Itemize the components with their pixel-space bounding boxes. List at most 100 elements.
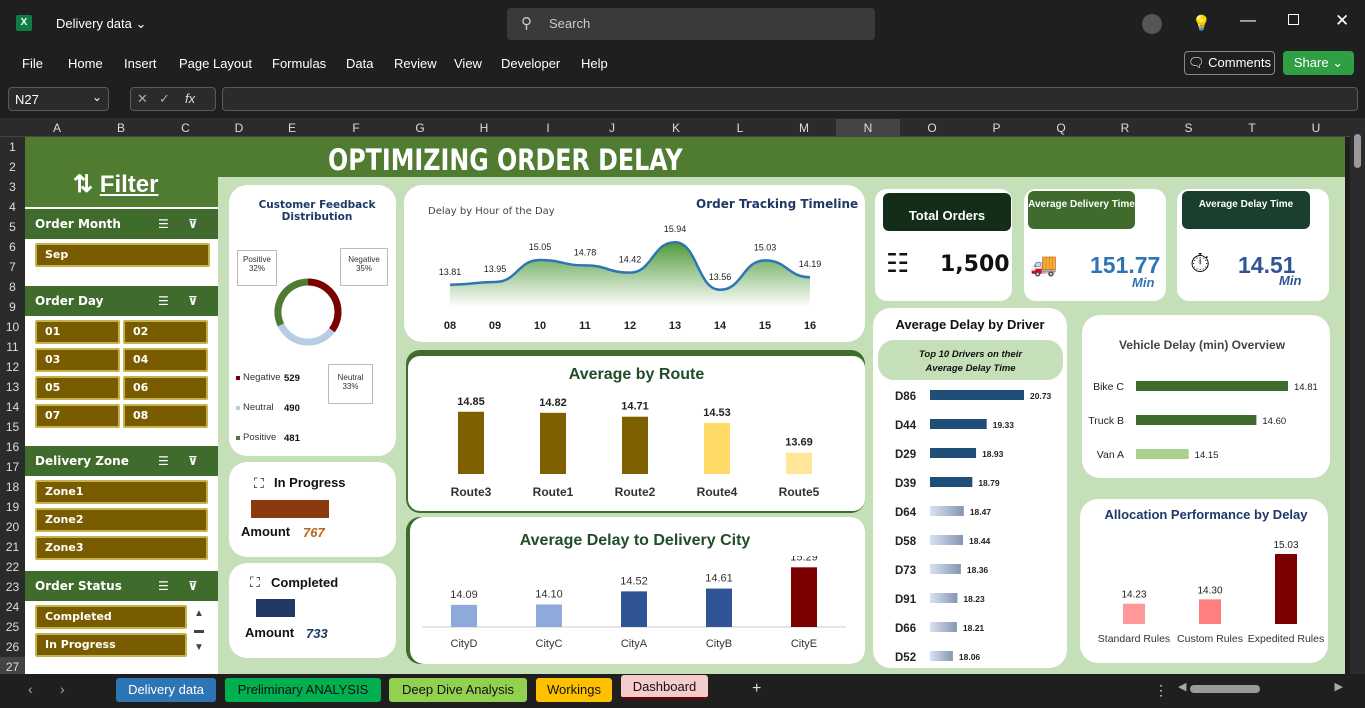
slicer-item-status[interactable]: Completed [35, 605, 187, 629]
tab-dashboard[interactable]: Dashboard [621, 675, 708, 699]
column-header[interactable]: I [516, 119, 580, 137]
slicer-item-zone[interactable]: Zone3 [35, 536, 208, 560]
menu-data[interactable]: Data [346, 56, 373, 71]
column-header[interactable]: Q [1029, 119, 1093, 137]
slicer-item-day[interactable]: 08 [123, 404, 208, 428]
row-header[interactable]: 24 [0, 597, 25, 617]
row-header[interactable]: 2 [0, 157, 25, 177]
slicer-item-zone[interactable]: Zone1 [35, 480, 208, 504]
comments-button[interactable]: 🗨 Comments [1184, 51, 1275, 75]
row-header[interactable]: 3 [0, 177, 25, 197]
row-header[interactable]: 19 [0, 497, 25, 517]
column-header[interactable]: S [1157, 119, 1220, 137]
more-options-icon[interactable]: ⋮ [1154, 682, 1168, 699]
row-header[interactable]: 7 [0, 257, 25, 277]
row-header[interactable]: 14 [0, 397, 25, 417]
column-header[interactable]: L [708, 119, 772, 137]
column-header[interactable]: B [89, 119, 153, 137]
slicer-item-sep[interactable]: Sep [35, 243, 210, 267]
menu-help[interactable]: Help [581, 56, 608, 71]
slicer-scrollbar[interactable]: ▲ ▬ ▼ [190, 605, 208, 657]
minimize-icon[interactable]: — [1240, 12, 1256, 30]
column-header[interactable]: N [836, 119, 900, 137]
row-header[interactable]: 12 [0, 357, 25, 377]
close-icon[interactable]: ✕ [1335, 11, 1349, 31]
tab-preliminary-analysis[interactable]: Preliminary ANALYSIS [225, 678, 381, 702]
tab-deep-dive-analysis[interactable]: Deep Dive Analysis [389, 678, 527, 702]
search-box[interactable]: ⚲ Search [507, 8, 875, 40]
clear-filter-icon[interactable]: ⊽ [188, 446, 198, 476]
row-header[interactable]: 10 [0, 317, 25, 337]
row-header[interactable]: 22 [0, 557, 25, 577]
row-header[interactable]: 5 [0, 217, 25, 237]
slicer-item-day[interactable]: 07 [35, 404, 120, 428]
menu-formulas[interactable]: Formulas [272, 56, 326, 71]
row-header[interactable]: 4 [0, 197, 25, 217]
tab-workings[interactable]: Workings [536, 678, 612, 702]
row-header[interactable]: 23 [0, 577, 25, 597]
column-header[interactable]: A [25, 119, 89, 137]
slicer-item-day[interactable]: 04 [123, 348, 208, 372]
avatar[interactable] [1142, 14, 1162, 34]
column-header[interactable]: R [1093, 119, 1157, 137]
column-header[interactable]: H [452, 119, 516, 137]
row-header[interactable]: 26 [0, 637, 25, 657]
column-header[interactable]: E [260, 119, 324, 137]
slicer-item-day[interactable]: 03 [35, 348, 120, 372]
lightbulb-icon[interactable]: 💡 [1192, 14, 1211, 32]
menu-file[interactable]: File [22, 56, 43, 71]
multiselect-icon[interactable]: ☰ [158, 571, 169, 601]
row-header[interactable]: 15 [0, 417, 25, 437]
column-header[interactable]: P [964, 119, 1029, 137]
slicer-item-day[interactable]: 02 [123, 320, 208, 344]
row-header[interactable]: 16 [0, 437, 25, 457]
add-sheet-icon[interactable]: + [752, 680, 761, 698]
slicer-item-day[interactable]: 05 [35, 376, 120, 400]
tab-delivery-data[interactable]: Delivery data [116, 678, 216, 702]
slicer-item-zone[interactable]: Zone2 [35, 508, 208, 532]
column-header[interactable]: J [580, 119, 644, 137]
column-header[interactable]: G [388, 119, 452, 137]
maximize-icon[interactable] [1288, 14, 1299, 25]
row-header[interactable]: 20 [0, 517, 25, 537]
horizontal-scrollbar[interactable]: ◀ ▶ [1178, 681, 1343, 696]
row-header[interactable]: 13 [0, 377, 25, 397]
row-header[interactable]: 11 [0, 337, 25, 357]
clear-filter-icon[interactable]: ⊽ [188, 209, 198, 239]
check-icon[interactable]: ✓ [159, 91, 170, 107]
vertical-scrollbar[interactable] [1350, 118, 1365, 674]
column-header[interactable]: U [1284, 119, 1348, 137]
menu-developer[interactable]: Developer [501, 56, 560, 71]
cancel-icon[interactable]: ✕ [137, 91, 148, 107]
row-header[interactable]: 25 [0, 617, 25, 637]
column-header[interactable]: C [153, 119, 218, 137]
menu-view[interactable]: View [454, 56, 482, 71]
column-header[interactable]: O [900, 119, 964, 137]
menu-insert[interactable]: Insert [124, 56, 157, 71]
menu-home[interactable]: Home [68, 56, 103, 71]
row-header[interactable]: 1 [0, 137, 25, 157]
menu-review[interactable]: Review [394, 56, 437, 71]
row-header[interactable]: 17 [0, 457, 25, 477]
tab-next-icon[interactable]: › [60, 681, 65, 697]
column-header[interactable]: K [644, 119, 708, 137]
multiselect-icon[interactable]: ☰ [158, 286, 169, 316]
row-header[interactable]: 8 [0, 277, 25, 297]
column-header[interactable]: F [324, 119, 388, 137]
row-header[interactable]: 6 [0, 237, 25, 257]
menu-page-layout[interactable]: Page Layout [179, 56, 252, 71]
slicer-item-day[interactable]: 06 [123, 376, 208, 400]
column-header[interactable]: D [218, 119, 260, 137]
clear-filter-icon[interactable]: ⊽ [188, 286, 198, 316]
row-header[interactable]: 18 [0, 477, 25, 497]
slicer-item-day[interactable]: 01 [35, 320, 120, 344]
document-title[interactable]: Delivery data ⌄ [56, 16, 146, 32]
slicer-item-status[interactable]: In Progress [35, 633, 187, 657]
formula-input[interactable] [222, 87, 1358, 111]
row-header[interactable]: 9 [0, 297, 25, 317]
fx-icon[interactable]: fx [185, 91, 195, 106]
column-header[interactable]: M [772, 119, 836, 137]
formula-buttons[interactable]: ✕ ✓ fx [130, 87, 216, 111]
multiselect-icon[interactable]: ☰ [158, 209, 169, 239]
clear-filter-icon[interactable]: ⊽ [188, 571, 198, 601]
